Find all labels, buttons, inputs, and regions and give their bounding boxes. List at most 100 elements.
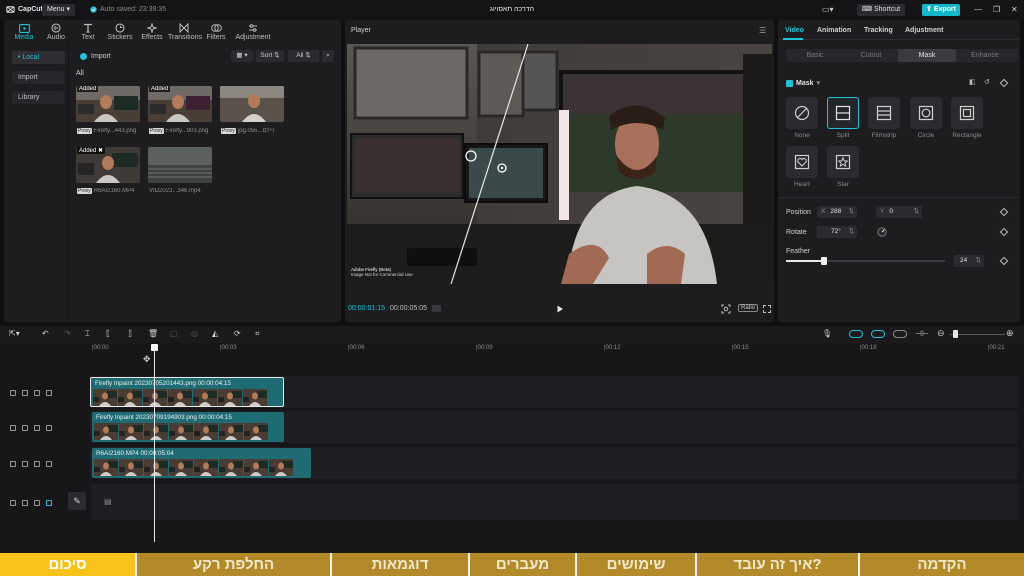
rotate-input[interactable]: 72° ⇅ bbox=[817, 226, 857, 238]
mask-heart[interactable] bbox=[786, 146, 818, 178]
tab-effects[interactable]: Effects bbox=[136, 22, 168, 41]
cover-edit-icon[interactable]: ✎ bbox=[68, 492, 86, 510]
zoom-slider[interactable] bbox=[950, 334, 1005, 335]
visibility-icon[interactable] bbox=[34, 500, 40, 506]
chapter-uses[interactable]: שימושים bbox=[575, 553, 695, 576]
timeline-clip[interactable]: R6AI2160.MP4 00:00:05:04 bbox=[92, 448, 311, 478]
media-thumb[interactable]: Added ✖ bbox=[76, 147, 140, 183]
split-left-icon[interactable]: ⟦ bbox=[106, 329, 110, 338]
play-icon[interactable] bbox=[556, 305, 564, 313]
tab-adjustment-panel[interactable]: Adjustment bbox=[905, 27, 944, 34]
preview-axis-icon[interactable] bbox=[893, 330, 907, 338]
undo-icon[interactable]: ↶ bbox=[42, 329, 49, 338]
reset-icon[interactable]: ↺ bbox=[984, 78, 990, 86]
tab-transitions[interactable]: Transitions bbox=[168, 22, 202, 41]
lock-icon[interactable] bbox=[22, 461, 28, 467]
search-icon[interactable]: ⌕ bbox=[322, 50, 334, 62]
visibility-icon[interactable] bbox=[34, 461, 40, 467]
chapter-intro[interactable]: הקדמה bbox=[858, 553, 1024, 576]
timeline-clip[interactable]: Firefly Inpaint 20230705201443.png 00:00… bbox=[90, 377, 284, 407]
filter-all-button[interactable]: All ⇅ bbox=[288, 50, 319, 62]
split-tool-icon[interactable]: ⌶ bbox=[85, 329, 90, 339]
tab-stickers[interactable]: Stickers bbox=[104, 22, 136, 41]
track-eye-icon[interactable] bbox=[10, 500, 16, 506]
magnet-toggle-icon[interactable] bbox=[849, 330, 863, 338]
zoom-slider-handle[interactable] bbox=[953, 330, 958, 338]
fullscreen-icon[interactable] bbox=[763, 305, 771, 313]
feather-slider-handle[interactable] bbox=[821, 257, 828, 265]
player-menu-icon[interactable]: ☰ bbox=[759, 26, 766, 35]
playhead-line[interactable] bbox=[154, 344, 155, 542]
mask-split[interactable] bbox=[827, 97, 859, 129]
select-tool-icon[interactable]: ⇱▾ bbox=[9, 329, 20, 338]
fit-screen-icon[interactable] bbox=[721, 304, 731, 314]
delete-icon[interactable]: 🗑 bbox=[148, 329, 158, 338]
chapter-summary[interactable]: סיכום bbox=[0, 553, 135, 576]
rotate-dial-icon[interactable] bbox=[877, 227, 887, 237]
sidebar-item-local[interactable]: • Local bbox=[12, 51, 65, 64]
lock-icon[interactable] bbox=[22, 500, 28, 506]
playhead-handle[interactable] bbox=[151, 344, 158, 351]
restore-icon[interactable]: ❐ bbox=[993, 5, 1000, 14]
tab-animation[interactable]: Animation bbox=[817, 27, 851, 34]
mask-rectangle[interactable] bbox=[951, 97, 983, 129]
mask-circle[interactable] bbox=[910, 97, 942, 129]
timeline-clip[interactable]: Firefly Inpaint 20230709194903.png 00:00… bbox=[92, 412, 284, 442]
track-eye-icon[interactable] bbox=[10, 461, 16, 467]
media-thumb[interactable]: Added bbox=[76, 86, 140, 122]
lock-icon[interactable] bbox=[22, 390, 28, 396]
close-icon[interactable]: ✕ bbox=[1011, 5, 1018, 14]
mask-toggle[interactable]: Mask ▾ bbox=[786, 79, 820, 87]
tab-audio[interactable]: Audio bbox=[40, 22, 72, 41]
audio-on-icon[interactable] bbox=[46, 500, 52, 506]
chapter-background-swap[interactable]: החלפת רקע bbox=[135, 553, 330, 576]
mute-icon[interactable] bbox=[46, 390, 52, 396]
subtab-enhance[interactable]: Enhance bbox=[956, 49, 1014, 62]
sort-button[interactable]: Sort ⇅ bbox=[256, 50, 284, 62]
mask-filmstrip[interactable] bbox=[868, 97, 900, 129]
visibility-icon[interactable] bbox=[34, 390, 40, 396]
mute-icon[interactable] bbox=[46, 425, 52, 431]
shortcut-button[interactable]: ⌨ Shortcut bbox=[857, 4, 905, 16]
chapter-examples[interactable]: דוגמאות bbox=[330, 553, 468, 576]
minimize-icon[interactable]: — bbox=[974, 5, 982, 14]
menu-button[interactable]: Menu ▾ bbox=[42, 4, 75, 16]
track-eye-icon[interactable] bbox=[10, 390, 16, 396]
freeze-icon[interactable]: ▢ bbox=[170, 329, 178, 338]
zoom-in-icon[interactable]: ⊕ bbox=[1006, 328, 1014, 339]
tab-adjustment[interactable]: Adjustment bbox=[232, 22, 274, 41]
sidebar-item-library[interactable]: Library bbox=[12, 91, 65, 104]
microphone-icon[interactable]: 🎙 bbox=[822, 329, 832, 338]
rotate-tool-icon[interactable]: ⟳ bbox=[234, 329, 241, 338]
reverse-icon[interactable]: ◎ bbox=[191, 329, 198, 338]
import-button[interactable]: Import bbox=[80, 53, 111, 60]
tab-media[interactable]: Media bbox=[8, 22, 40, 41]
subtab-mask[interactable]: Mask bbox=[898, 49, 956, 62]
chapter-transitions[interactable]: מעברים bbox=[468, 553, 575, 576]
invert-mask-icon[interactable]: ◧ bbox=[969, 78, 976, 86]
feather-input[interactable]: 24 ⇅ bbox=[954, 255, 984, 267]
video-preview[interactable]: Adobe Firefly (Beta) Image Not for Comme… bbox=[347, 44, 772, 284]
sidebar-item-import[interactable]: Import bbox=[12, 71, 65, 84]
position-y-input[interactable]: Y 0 ⇅ bbox=[876, 206, 922, 218]
crop-icon[interactable]: ⌗ bbox=[255, 329, 260, 339]
chapter-how-it-works[interactable]: איך זה עובד? bbox=[695, 553, 858, 576]
media-thumb[interactable]: Added bbox=[148, 86, 212, 122]
timeline-view-icon[interactable] bbox=[432, 305, 441, 312]
zoom-out-icon[interactable]: ⊖ bbox=[937, 328, 945, 339]
tab-tracking[interactable]: Tracking bbox=[864, 27, 893, 34]
layout-icon[interactable]: ▭▾ bbox=[822, 5, 834, 14]
lock-icon[interactable] bbox=[22, 425, 28, 431]
visibility-icon[interactable] bbox=[34, 425, 40, 431]
position-x-input[interactable]: X 288 ⇅ bbox=[817, 206, 857, 218]
tab-video[interactable]: Video bbox=[785, 27, 804, 34]
mask-none[interactable] bbox=[786, 97, 818, 129]
subtab-cutout[interactable]: Cutout bbox=[842, 49, 900, 62]
media-thumb[interactable] bbox=[220, 86, 284, 122]
view-toggle[interactable]: ▦ ▾ bbox=[231, 50, 253, 62]
export-button[interactable]: ⇪ Export bbox=[922, 4, 960, 16]
split-screen-icon[interactable]: ⊣⊢ bbox=[915, 329, 929, 338]
media-thumb[interactable] bbox=[148, 147, 212, 183]
redo-icon[interactable]: ↷ bbox=[64, 329, 71, 338]
link-toggle-icon[interactable] bbox=[871, 330, 885, 338]
